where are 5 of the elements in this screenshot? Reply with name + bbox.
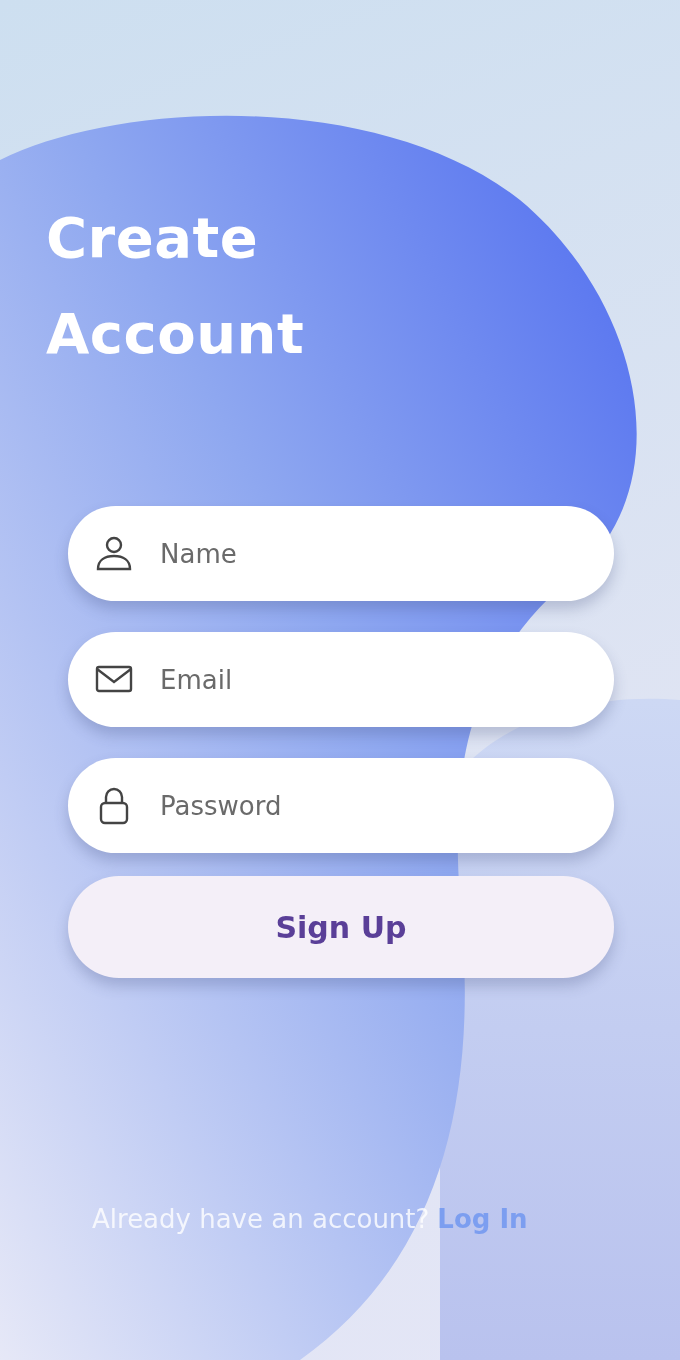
input-field[interactable]: Email <box>68 632 614 727</box>
input-field[interactable]: Password <box>68 758 614 853</box>
page-title: Create Account <box>46 204 306 368</box>
sign-up-button[interactable]: Sign Up <box>68 876 614 978</box>
input-field[interactable]: Name <box>68 506 614 601</box>
